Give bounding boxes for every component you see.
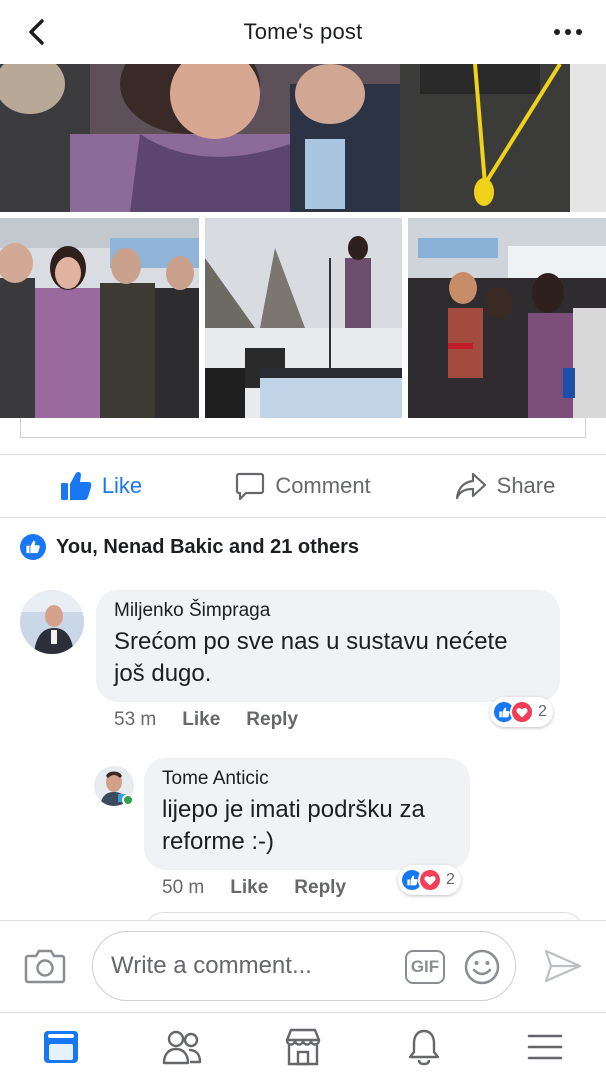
reactions-summary-text: You, Nenad Bakic and 21 others bbox=[56, 535, 360, 558]
comment: Miljenko Šimpraga Srećom po sve nas u su… bbox=[0, 590, 606, 740]
page-title: Tome's post bbox=[243, 19, 363, 44]
tab-menu[interactable] bbox=[515, 1022, 575, 1072]
share-button[interactable]: Share bbox=[404, 472, 606, 500]
post-photo-main[interactable] bbox=[0, 64, 606, 212]
comment-bubble: Miljenko Šimpraga Srećom po sve nas u su… bbox=[96, 590, 560, 702]
reactions-summary[interactable]: You, Nenad Bakic and 21 others bbox=[20, 534, 359, 560]
comment-like-button[interactable]: Like bbox=[182, 709, 220, 731]
post-photo-thumb[interactable] bbox=[205, 218, 402, 418]
comment-label: Comment bbox=[275, 473, 371, 498]
avatar[interactable] bbox=[20, 590, 84, 654]
comment-button[interactable]: Comment bbox=[202, 471, 404, 501]
more-options-icon[interactable] bbox=[554, 20, 582, 44]
share-label: Share bbox=[496, 473, 556, 498]
like-button[interactable]: Like bbox=[0, 471, 202, 501]
comment-reply-button[interactable]: Reply bbox=[294, 877, 346, 899]
news-feed-icon bbox=[43, 1030, 78, 1063]
comment-time: 50 m bbox=[162, 877, 205, 898]
comment-meta: 53 m Like Reply bbox=[114, 709, 298, 731]
tab-news-feed[interactable] bbox=[31, 1022, 91, 1072]
comment-reactions-badge[interactable]: 2 bbox=[398, 865, 461, 895]
camera-icon[interactable] bbox=[24, 947, 66, 985]
online-status-dot bbox=[122, 794, 134, 806]
comment-text: lijepo je imati podršku za reforme :-) bbox=[162, 796, 425, 855]
comment-meta: 50 m Like Reply bbox=[162, 877, 346, 899]
comment-input-placeholder: Write a comment... bbox=[111, 952, 312, 979]
tab-friends[interactable] bbox=[152, 1022, 212, 1072]
share-arrow-icon bbox=[455, 472, 486, 500]
comment-text: Srećom po sve nas u sustavu nećete još d… bbox=[114, 628, 508, 687]
bottom-tab-bar bbox=[0, 1012, 606, 1080]
gif-button[interactable]: GIF bbox=[405, 950, 445, 984]
thumbs-up-icon bbox=[60, 471, 92, 500]
bell-icon bbox=[408, 1029, 440, 1065]
reaction-count: 2 bbox=[538, 703, 547, 720]
comment-author[interactable]: Miljenko Šimpraga bbox=[114, 600, 542, 622]
emoji-icon[interactable] bbox=[463, 948, 501, 986]
tab-notifications[interactable] bbox=[394, 1022, 454, 1072]
comment-like-button[interactable]: Like bbox=[230, 877, 268, 899]
reaction-count: 2 bbox=[446, 871, 455, 888]
like-label: Like bbox=[101, 473, 143, 498]
comment-reply: Tome Anticic lijepo je imati podršku za … bbox=[0, 758, 606, 908]
love-reaction-icon bbox=[418, 868, 442, 892]
send-icon[interactable] bbox=[544, 949, 582, 983]
friends-icon bbox=[162, 1030, 201, 1064]
like-reaction-icon bbox=[20, 534, 46, 560]
post-photo-thumb[interactable] bbox=[0, 218, 199, 418]
love-reaction-icon bbox=[510, 700, 534, 724]
hamburger-menu-icon bbox=[528, 1034, 563, 1059]
top-bar: Tome's post bbox=[0, 0, 606, 64]
comment-composer: Write a comment... GIF bbox=[0, 920, 606, 1012]
post-photo-thumb[interactable] bbox=[408, 218, 606, 418]
comment-reactions-badge[interactable]: 2 bbox=[490, 697, 553, 727]
comment-bubble: Tome Anticic lijepo je imati podršku za … bbox=[144, 758, 470, 870]
attachment-card-edge bbox=[20, 418, 586, 438]
chevron-left-icon[interactable] bbox=[22, 16, 54, 48]
marketplace-icon bbox=[285, 1028, 321, 1065]
comment-time: 53 m bbox=[114, 709, 157, 730]
post-photo-grid bbox=[0, 218, 606, 418]
tab-marketplace[interactable] bbox=[273, 1022, 333, 1072]
comment-author[interactable]: Tome Anticic bbox=[162, 768, 452, 790]
post-actions-bar: Like Comment Share bbox=[0, 454, 606, 518]
comment-bubble-icon bbox=[236, 472, 265, 501]
comment-input[interactable]: Write a comment... GIF bbox=[92, 931, 516, 1001]
comment-reply-button[interactable]: Reply bbox=[246, 709, 298, 731]
